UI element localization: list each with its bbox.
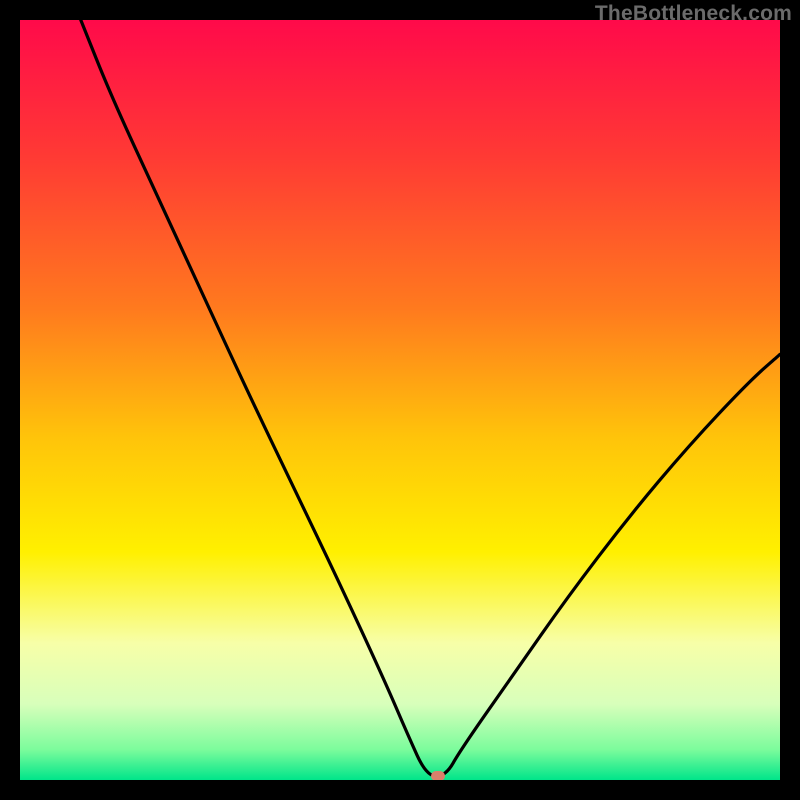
curve-layer xyxy=(20,20,780,780)
bottleneck-curve xyxy=(81,20,780,776)
plot-area xyxy=(20,20,780,780)
chart-frame: TheBottleneck.com xyxy=(0,0,800,800)
optimal-point-marker xyxy=(431,771,445,780)
watermark-label: TheBottleneck.com xyxy=(595,2,792,26)
